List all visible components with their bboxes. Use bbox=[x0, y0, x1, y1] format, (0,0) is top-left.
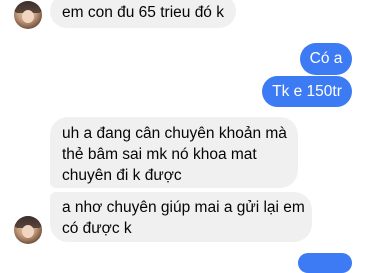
message-text: a nhơ chuyên giúp mai a gửi lại em bbox=[62, 199, 305, 216]
incoming-message[interactable]: uh a đang cân chuyên khoản mà thẻ bâm sa… bbox=[50, 117, 298, 188]
outgoing-message[interactable]: Có a bbox=[300, 43, 352, 75]
incoming-message[interactable]: em con đu 65 trieu đó k bbox=[50, 0, 236, 28]
message-text: thẻ bâm sai mk nó khoa mat bbox=[62, 146, 257, 163]
contact-avatar[interactable] bbox=[14, 216, 42, 244]
message-text: Có a bbox=[309, 50, 343, 67]
message-text: em con đu 65 trieu đó k bbox=[62, 4, 224, 21]
incoming-message[interactable]: a nhơ chuyên giúp mai a gửi lại em có đư… bbox=[50, 192, 312, 242]
message-text: uh a đang cân chuyên khoản mà bbox=[62, 125, 287, 142]
message-text: có được k bbox=[62, 220, 132, 237]
outgoing-message-partial[interactable] bbox=[298, 253, 352, 273]
message-text: Tk e 150tr bbox=[272, 83, 342, 100]
contact-avatar[interactable] bbox=[14, 1, 42, 29]
message-text: chuyên đi k được bbox=[62, 167, 182, 184]
chat-thread: em con đu 65 trieu đó k Có a Tk e 150tr … bbox=[0, 0, 374, 273]
outgoing-message[interactable]: Tk e 150tr bbox=[262, 76, 352, 107]
